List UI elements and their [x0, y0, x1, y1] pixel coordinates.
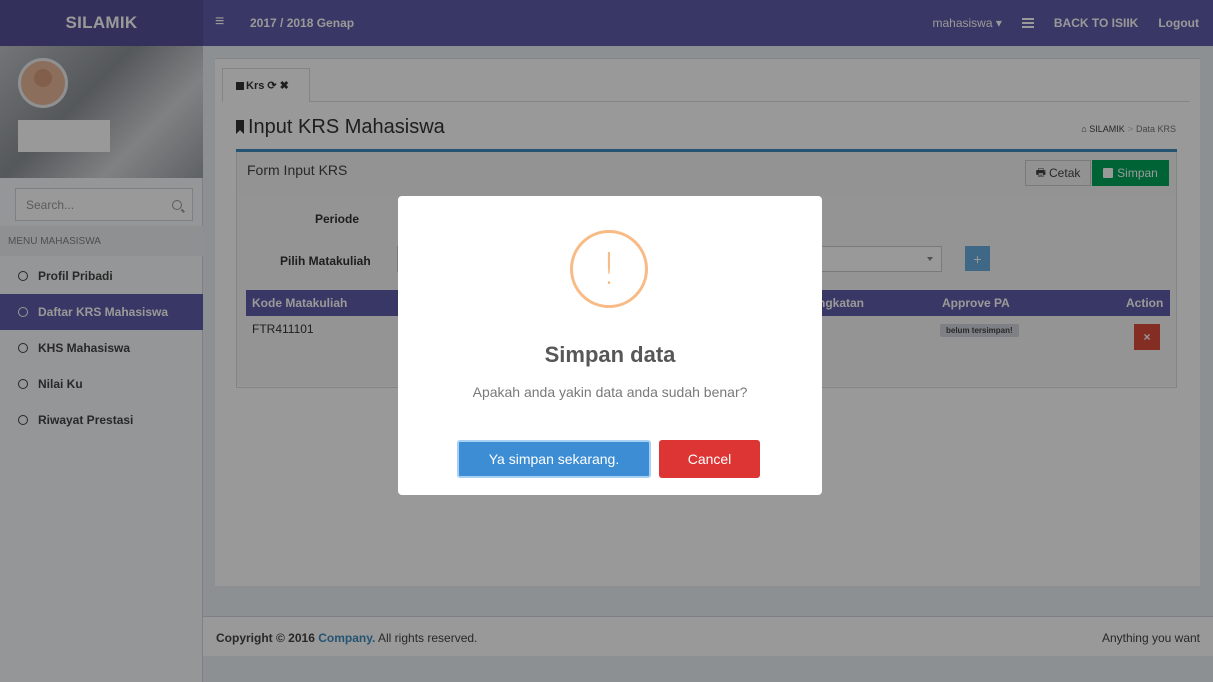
confirm-dialog: ! Simpan data Apakah anda yakin data and…: [398, 196, 822, 495]
dialog-message: Apakah anda yakin data anda sudah benar?: [472, 384, 748, 400]
cancel-button[interactable]: Cancel: [659, 440, 760, 478]
confirm-save-button[interactable]: Ya simpan sekarang.: [457, 440, 651, 478]
warning-icon: !: [570, 230, 648, 308]
dialog-title: Simpan data: [544, 342, 676, 367]
